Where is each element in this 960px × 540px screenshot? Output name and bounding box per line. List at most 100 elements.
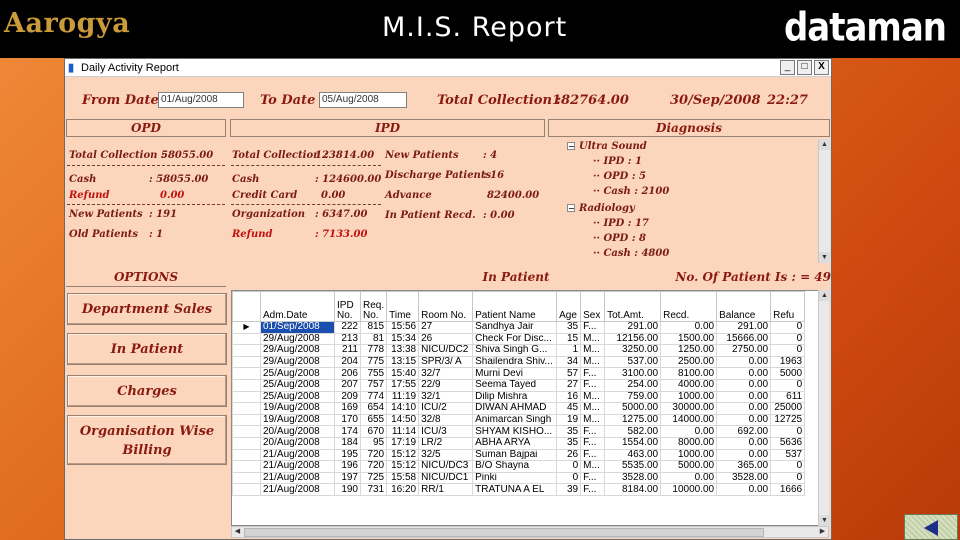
table-cell[interactable]: 15:40 — [386, 367, 420, 380]
table-cell[interactable]: 0.00 — [716, 413, 772, 427]
inpatient-grid[interactable]: Adm.Date IPD No. Req. No. Time Room No. … — [231, 290, 829, 526]
table-cell[interactable]: 21/Aug/2008 — [260, 460, 335, 473]
table-row[interactable]: 29/Aug/2008 204 775 13:15 SPR/3/ A Shailendra… — [232, 355, 806, 369]
table-cell[interactable]: 222 — [334, 321, 361, 334]
tree-leaf[interactable]: ·· IPD : 1 — [593, 156, 642, 167]
table-cell[interactable]: 195 — [334, 448, 361, 462]
table-cell[interactable]: F... — [580, 367, 606, 380]
table-cell[interactable]: 8000.00 — [660, 436, 718, 450]
table-cell[interactable]: 8184.00 — [604, 483, 662, 496]
scroll-up-icon[interactable]: ▲ — [819, 139, 830, 150]
table-cell[interactable]: 81 — [359, 332, 388, 346]
column-header[interactable] — [232, 291, 261, 322]
table-cell[interactable]: 17:55 — [386, 378, 420, 392]
table-cell[interactable]: 12725 — [770, 413, 806, 427]
table-cell[interactable]: 15 — [556, 332, 582, 346]
scroll-right-icon[interactable]: ▶ — [817, 527, 828, 537]
table-cell[interactable]: M... — [580, 355, 606, 369]
table-cell[interactable]: 11:19 — [386, 390, 420, 404]
table-row[interactable]: 29/Aug/2008 213 81 15:34 26 Check For Disc...… — [232, 332, 806, 346]
table-cell[interactable]: B/O Shayna — [472, 460, 558, 473]
table-cell[interactable]: M... — [580, 413, 606, 427]
table-cell[interactable]: 0.00 — [716, 448, 772, 462]
table-cell[interactable]: F... — [580, 378, 606, 392]
table-cell[interactable]: 611 — [770, 390, 806, 404]
table-cell[interactable]: 0 — [770, 460, 806, 473]
from-date-input[interactable]: 01/Aug/2008 — [158, 92, 244, 108]
table-cell[interactable]: 25000 — [770, 402, 806, 415]
table-cell[interactable]: Animarcan Singh — [472, 413, 558, 427]
table-row[interactable]: 21/Aug/2008 197 725 15:58 NICU/DC1 Pinki 0 F...… — [232, 471, 806, 485]
table-cell[interactable]: Sandhya Jair — [472, 321, 558, 334]
table-cell[interactable]: 14:10 — [386, 402, 420, 415]
window-titlebar[interactable]: ▮ Daily Activity Report _ □ X — [65, 59, 831, 77]
table-cell[interactable]: 654 — [359, 402, 388, 415]
table-cell[interactable]: 14000.00 — [660, 413, 718, 427]
table-cell[interactable]: Suman Bajpai — [472, 448, 558, 462]
table-cell[interactable]: 725 — [359, 471, 388, 485]
table-row[interactable]: 25/Aug/2008 209 774 11:19 32/1 Dilip Mishra 16… — [232, 390, 806, 404]
table-cell[interactable]: 0 — [770, 425, 806, 438]
table-cell[interactable]: 39 — [556, 483, 582, 496]
table-cell[interactable]: TRATUNA A EL — [472, 483, 558, 496]
table-cell[interactable]: 32/5 — [418, 448, 474, 462]
row-selector[interactable]: ▶ — [232, 321, 261, 334]
row-selector[interactable] — [232, 413, 261, 427]
table-cell[interactable]: 15:12 — [386, 448, 420, 462]
column-header-age[interactable]: Age — [556, 291, 582, 322]
table-cell[interactable]: 190 — [334, 483, 361, 496]
table-cell[interactable]: 4000.00 — [660, 378, 718, 392]
column-header-room-no[interactable]: Room No. — [418, 291, 474, 322]
table-row[interactable]: 21/Aug/2008 196 720 15:12 NICU/DC3 B/O Shayna… — [232, 460, 806, 473]
row-selector[interactable] — [232, 425, 261, 438]
table-cell[interactable]: 14:50 — [386, 413, 420, 427]
table-cell[interactable]: 0.00 — [660, 471, 718, 485]
row-selector[interactable] — [232, 332, 261, 346]
table-cell[interactable]: Check For Disc... — [472, 332, 558, 346]
table-cell[interactable]: 1 — [556, 344, 582, 357]
tree-leaf[interactable]: ·· Cash : 4800 — [593, 248, 669, 259]
table-cell[interactable]: 11:14 — [386, 425, 420, 438]
table-cell[interactable]: 13:38 — [386, 344, 420, 357]
column-header-patient-name[interactable]: Patient Name — [472, 291, 558, 322]
table-row[interactable]: 19/Aug/2008 170 655 14:50 32/8 Animarcan Sing… — [232, 413, 806, 427]
column-header-time[interactable]: Time — [386, 291, 420, 322]
table-cell[interactable]: NICU/DC1 — [418, 471, 474, 485]
table-cell[interactable]: 0 — [770, 378, 806, 392]
table-cell[interactable]: 8100.00 — [660, 367, 718, 380]
row-selector[interactable] — [232, 448, 261, 462]
table-cell[interactable]: 206 — [334, 367, 361, 380]
row-selector[interactable] — [232, 436, 261, 450]
diagnosis-tree[interactable]: − Ultra Sound ·· IPD : 1 ·· OPD : 5 ·· Ca… — [565, 141, 817, 265]
table-cell[interactable]: SHYAM KISHO... — [472, 425, 558, 438]
in-patient-button[interactable]: In Patient — [67, 333, 227, 365]
table-cell[interactable]: 196 — [334, 460, 361, 473]
table-row[interactable]: 20/Aug/2008 174 670 11:14 ICU/3 SHYAM KISHO..… — [232, 425, 806, 438]
table-cell[interactable]: 0.00 — [716, 483, 772, 496]
table-cell[interactable]: 582.00 — [604, 425, 662, 438]
table-cell[interactable]: 655 — [359, 413, 388, 427]
table-cell[interactable]: 19/Aug/2008 — [260, 413, 335, 427]
table-cell[interactable]: 1963 — [770, 355, 806, 369]
row-selector[interactable] — [232, 483, 261, 496]
scroll-down-icon[interactable]: ▼ — [819, 252, 830, 263]
table-cell[interactable]: 209 — [334, 390, 361, 404]
tree-leaf[interactable]: ·· Cash : 2100 — [593, 186, 669, 197]
table-cell[interactable]: 13:15 — [386, 355, 420, 369]
table-cell[interactable]: 2500.00 — [660, 355, 718, 369]
table-cell[interactable]: F... — [580, 471, 606, 485]
table-cell[interactable]: 170 — [334, 413, 361, 427]
table-cell[interactable]: 775 — [359, 355, 388, 369]
table-cell[interactable]: 757 — [359, 378, 388, 392]
table-cell[interactable]: F... — [580, 321, 606, 334]
table-row[interactable]: 29/Aug/2008 211 778 13:38 NICU/DC2 Shiva Sing… — [232, 344, 806, 357]
charges-button[interactable]: Charges — [67, 375, 227, 407]
table-cell[interactable]: 35 — [556, 321, 582, 334]
table-cell[interactable]: 34 — [556, 355, 582, 369]
table-cell[interactable]: NICU/DC2 — [418, 344, 474, 357]
table-cell[interactable]: 21/Aug/2008 — [260, 448, 335, 462]
table-cell[interactable]: 213 — [334, 332, 361, 346]
table-cell[interactable]: 21/Aug/2008 — [260, 471, 335, 485]
table-row[interactable]: 21/Aug/2008 195 720 15:12 32/5 Suman Bajpai 26… — [232, 448, 806, 462]
table-cell[interactable]: 3528.00 — [604, 471, 662, 485]
